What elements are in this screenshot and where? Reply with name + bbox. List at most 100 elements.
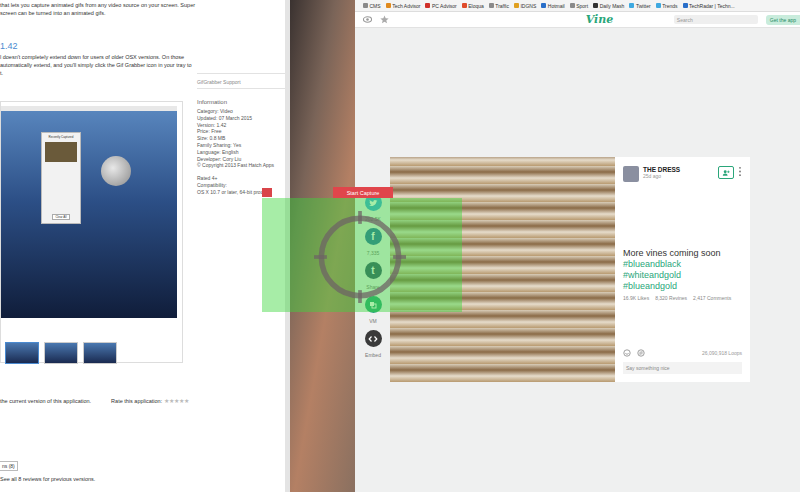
capture-region[interactable] — [262, 198, 462, 312]
share-item[interactable]: f 7,335 — [365, 228, 382, 256]
bookmark-icon — [683, 3, 688, 8]
like-icon[interactable] — [623, 349, 631, 357]
share-label: Share — [366, 284, 379, 290]
bookmark-icon — [570, 3, 575, 8]
site-header: Vine Search Get the app — [355, 12, 800, 28]
search-field[interactable]: Search — [674, 15, 758, 24]
moon — [101, 156, 131, 186]
reviews-link[interactable]: See all 8 reviews for previous versions. — [0, 475, 285, 483]
capture-close-button[interactable] — [262, 188, 272, 197]
info-item: Size: 0.8 MB — [197, 135, 285, 142]
glyph-icon[interactable]: t — [365, 262, 382, 279]
bookmark[interactable]: Daily Mash — [593, 3, 624, 9]
star-icon[interactable]: ★ — [184, 398, 189, 404]
stat[interactable]: 2,417 Comments — [693, 295, 731, 301]
version-heading: 1.42 — [0, 41, 192, 51]
bookmark-icon — [425, 3, 430, 8]
page-content: 202.5K f 7,335 t Share VM Embed THE DRESS25d ag… — [355, 28, 800, 382]
hashtag[interactable]: #whiteandgold — [623, 270, 742, 281]
embed-icon[interactable] — [365, 330, 382, 347]
star-icon[interactable]: ★ — [164, 398, 169, 404]
bookmark-icon — [363, 3, 368, 8]
crosshair-icon[interactable] — [314, 211, 406, 303]
hashtag[interactable]: #blueandgold — [623, 281, 742, 292]
eye-icon[interactable] — [363, 15, 372, 24]
bookmark[interactable]: Trends — [656, 3, 678, 9]
app-store-window: that lets you capture animated gifs from… — [0, 0, 290, 492]
share-item[interactable]: 202.5K — [365, 194, 382, 222]
support-link[interactable]: GifGrabber Support — [197, 79, 285, 85]
bookmark-icon — [541, 3, 546, 8]
author-name[interactable]: THE DRESS — [643, 166, 714, 173]
get-app-button[interactable]: Get the app — [766, 15, 800, 25]
share-label: Embed — [365, 352, 381, 358]
thumbnail[interactable] — [44, 342, 78, 364]
caption-text: More vines coming soon — [623, 248, 742, 259]
author-info: THE DRESS25d ago — [643, 166, 714, 179]
glyph-icon[interactable]: f — [365, 228, 382, 245]
bookmark[interactable]: PC Advisor — [425, 3, 456, 9]
revine-icon[interactable] — [637, 349, 645, 357]
description: that lets you capture animated gifs from… — [0, 0, 285, 17]
bookmark-icon — [514, 3, 519, 8]
header-actions: Search Get the app — [613, 15, 800, 25]
bookmark[interactable]: Hotmail — [541, 3, 564, 9]
share-item[interactable]: VM — [365, 296, 382, 324]
post-time: 25d ago — [643, 173, 714, 179]
info-item: Family Sharing: Yes — [197, 142, 285, 149]
popup-button[interactable]: Clear All — [52, 214, 69, 220]
hashtag[interactable]: #blueandblack — [623, 259, 742, 270]
start-capture-button[interactable]: Start Capture — [333, 187, 393, 198]
author-row: THE DRESS25d ago — [623, 166, 742, 182]
star-icon[interactable]: ★ — [174, 398, 179, 404]
bookmark[interactable]: Twitter — [629, 3, 650, 9]
star-icon[interactable]: ★ — [179, 398, 184, 404]
share-item[interactable]: Embed — [365, 330, 382, 358]
share-label: VM — [369, 318, 377, 324]
reviews-button[interactable]: ns (8) — [0, 461, 18, 471]
star-icon[interactable]: ★ — [169, 398, 174, 404]
bookmark[interactable]: TechRadar | Techn... — [683, 3, 735, 9]
add-person-icon — [722, 169, 730, 177]
bookmark-icon — [386, 3, 391, 8]
share-label: 202.5K — [365, 216, 381, 222]
follow-button[interactable] — [718, 166, 734, 179]
bookmark[interactable]: Traffic — [489, 3, 509, 9]
bookmark[interactable]: Tech Advisor — [386, 3, 421, 9]
share-item[interactable]: t Share — [365, 262, 382, 290]
whats-new-line: t. — [0, 69, 192, 77]
star-icon[interactable] — [380, 15, 389, 24]
rate-label: Rate this application: ★★★★★ — [111, 397, 189, 405]
loop-count: 26,090,918 Loops — [702, 350, 742, 356]
thumbnail-row — [1, 342, 182, 364]
main-column: 1.42l doesn't completely extend down for… — [0, 17, 192, 363]
description-line: screen can be turned into an animated gi… — [0, 9, 285, 17]
more-icon[interactable] — [738, 166, 742, 177]
vm-icon[interactable] — [365, 296, 382, 313]
bookmark[interactable]: Sport — [570, 3, 588, 9]
avatar[interactable] — [623, 166, 639, 182]
stat[interactable]: 8,320 Revines — [655, 295, 687, 301]
share-label: 7,335 — [367, 250, 380, 256]
rating: Rated 4+ — [197, 175, 285, 182]
bookmark[interactable]: IDGNS — [514, 3, 536, 9]
whats-new-line: automatically extend, and you'll simply … — [0, 61, 192, 69]
info-item: Developer: Cory Liu — [197, 156, 285, 163]
bookmark[interactable]: Eloqua — [462, 3, 484, 9]
bookmark-icon — [629, 3, 634, 8]
bookmark[interactable]: CMS — [363, 3, 381, 9]
thumbnail[interactable] — [83, 342, 117, 364]
vine-logo[interactable]: Vine — [586, 13, 614, 26]
rate-note: the current version of this application. — [0, 397, 91, 405]
screenshot-image: Recently CapturedClear All — [1, 106, 177, 318]
bookmark-icon — [656, 3, 661, 8]
video-frame[interactable] — [390, 157, 615, 382]
browser-window: CMS Tech Advisor PC Advisor Eloqua Traffic ID… — [355, 0, 800, 492]
stat[interactable]: 16.9K Likes — [623, 295, 649, 301]
screenshot-box: Recently CapturedClear All — [0, 101, 183, 363]
post-card: THE DRESS25d agoMore vines coming soon#b… — [615, 157, 750, 382]
info-item: Category: Video — [197, 108, 285, 115]
thumbnail[interactable] — [5, 342, 39, 364]
comment-field[interactable]: Say something nice — [623, 362, 742, 374]
bookmark-icon — [462, 3, 467, 8]
